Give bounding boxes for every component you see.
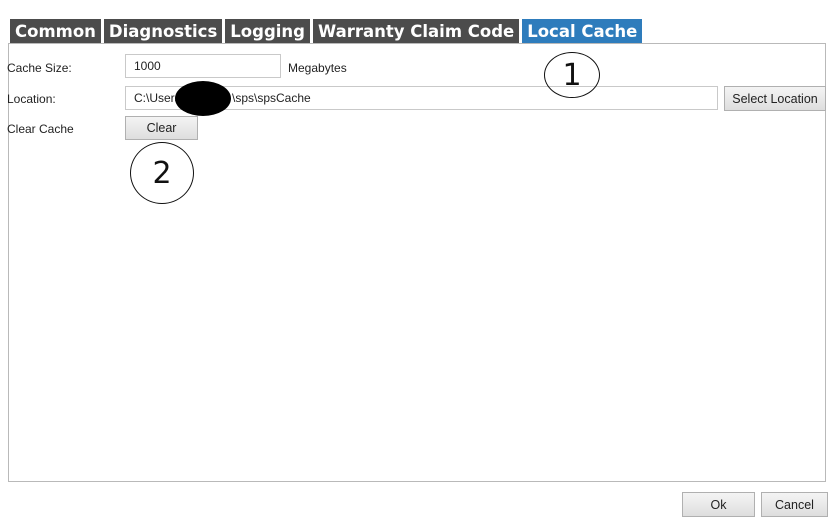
- ok-button[interactable]: Ok: [682, 492, 755, 517]
- tab-warranty-claim-code[interactable]: Warranty Claim Code: [312, 19, 520, 43]
- cache-size-label: Cache Size:: [7, 61, 72, 75]
- callout-2: 2: [130, 142, 194, 204]
- cancel-button[interactable]: Cancel: [761, 492, 828, 517]
- tab-common[interactable]: Common: [10, 19, 101, 43]
- cache-size-unit: Megabytes: [288, 61, 347, 75]
- clear-button[interactable]: Clear: [125, 116, 198, 140]
- redaction-mark: [175, 81, 231, 116]
- cache-size-input[interactable]: [125, 54, 281, 78]
- tab-local-cache[interactable]: Local Cache: [522, 19, 643, 43]
- callout-1: 1: [544, 52, 600, 98]
- select-location-button[interactable]: Select Location: [724, 86, 826, 111]
- location-label: Location:: [7, 92, 56, 106]
- tab-strip: Common Diagnostics Logging Warranty Clai…: [10, 19, 643, 43]
- clear-cache-label: Clear Cache: [7, 122, 74, 136]
- tab-diagnostics[interactable]: Diagnostics: [103, 19, 223, 43]
- tab-logging[interactable]: Logging: [225, 19, 310, 43]
